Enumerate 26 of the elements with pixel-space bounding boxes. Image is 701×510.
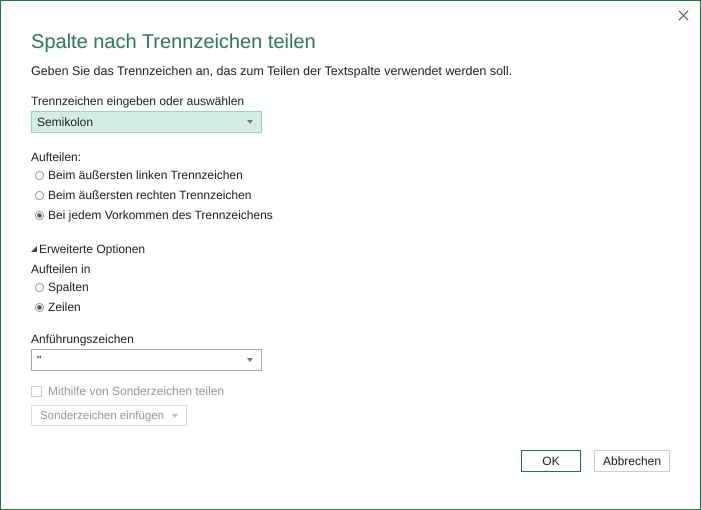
close-icon[interactable]	[678, 10, 689, 21]
field-label: Trennzeichen eingeben oder auswählen	[31, 93, 244, 109]
radio-label[interactable]: Zeilen	[48, 300, 81, 314]
radio-label[interactable]: Beim äußersten rechten Trennzeichen	[48, 188, 252, 202]
radio-label[interactable]: Spalten	[48, 280, 89, 294]
radio-button[interactable]	[35, 170, 44, 180]
delimiter-dropdown[interactable]: Semikolon	[31, 111, 262, 133]
radio-label[interactable]: Bei jedem Vorkommen des Trennzeichens	[48, 208, 273, 222]
field-label: Anführungszeichen	[31, 331, 134, 347]
radio-label[interactable]: Beim äußersten linken Trennzeichen	[48, 168, 243, 182]
instruction-text: Geben Sie das Trennzeichen an, das zum Teilen der Textspalte verwendet werden soll.	[31, 63, 512, 79]
radio-button[interactable]	[35, 210, 44, 220]
radio-button[interactable]	[35, 302, 44, 312]
caret-icon	[247, 120, 253, 124]
advanced-options-toggle[interactable]: Erweiterte Optionen	[31, 241, 146, 257]
quote-dropdown[interactable]: "	[31, 349, 262, 371]
ok-button[interactable]: OK	[520, 450, 581, 472]
section-label: Aufteilen:	[31, 149, 82, 165]
dialog-title: Spalte nach Trennzeichen teilen	[31, 30, 316, 55]
radio-button[interactable]	[35, 190, 44, 200]
radio-button[interactable]	[35, 282, 44, 292]
section-label: Aufteilen in	[31, 261, 90, 277]
triangle-icon	[31, 246, 37, 252]
cancel-button[interactable]: Abbrechen	[594, 450, 670, 472]
caret-icon	[247, 358, 253, 362]
caret-icon	[172, 414, 178, 418]
